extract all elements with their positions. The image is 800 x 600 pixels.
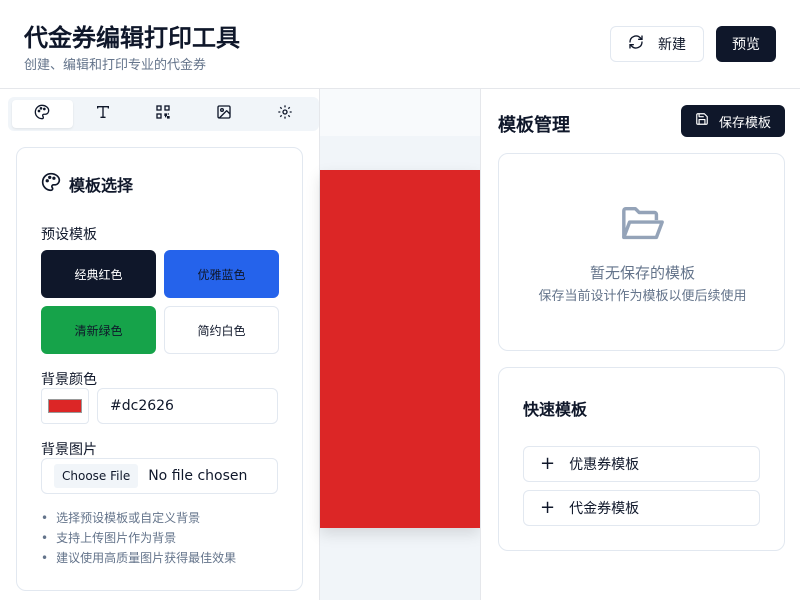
- template-selection-card: 模板选择 预设模板 经典红色 优雅蓝色 清新绿色 简约白色 背景颜色 #dc26…: [16, 147, 303, 591]
- palette-icon: [41, 172, 61, 196]
- tab-text[interactable]: [73, 100, 134, 128]
- bg-image-file-input[interactable]: Choose File No file chosen: [41, 458, 278, 494]
- bg-image-label: 背景图片: [41, 442, 97, 458]
- folder-open-icon: [620, 204, 666, 248]
- preset-fresh-green[interactable]: 清新绿色: [41, 306, 156, 354]
- bg-color-label: 背景颜色: [41, 372, 97, 388]
- plus-icon: +: [540, 453, 556, 474]
- template-manager-title: 模板管理: [498, 115, 570, 136]
- palette-icon: [34, 104, 50, 124]
- quick-template-voucher[interactable]: + 代金券模板: [523, 490, 760, 526]
- color-picker[interactable]: [41, 388, 89, 424]
- tip-item: 支持上传图片作为背景: [41, 528, 236, 548]
- tip-item: 选择预设模板或自定义背景: [41, 508, 236, 528]
- save-template-button[interactable]: 保存模板: [681, 105, 785, 137]
- voucher-canvas[interactable]: [320, 170, 480, 528]
- qr-code-icon: [155, 104, 171, 124]
- quick-template-coupon[interactable]: + 优惠券模板: [523, 446, 760, 482]
- quick-templates-card: 快速模板 + 优惠券模板 + 代金券模板: [498, 367, 785, 551]
- app-subtitle: 创建、编辑和打印专业的代金券: [24, 58, 207, 73]
- template-selection-title: 模板选择: [41, 172, 133, 196]
- gear-icon: [277, 104, 293, 124]
- no-file-text: No file chosen: [148, 468, 248, 484]
- save-icon: [695, 112, 709, 130]
- empty-subtitle: 保存当前设计作为模板以便后续使用: [538, 289, 747, 304]
- tool-tabs: [8, 97, 319, 131]
- new-button[interactable]: 新建: [610, 26, 704, 62]
- refresh-icon: [628, 34, 644, 54]
- preset-label: 预设模板: [41, 227, 97, 243]
- saved-templates-card: 暂无保存的模板 保存当前设计作为模板以便后续使用: [498, 153, 785, 351]
- canvas-area: [320, 89, 480, 600]
- plus-icon: +: [540, 497, 556, 518]
- app-title: 代金券编辑打印工具: [24, 24, 240, 52]
- color-swatch-fill: [48, 399, 82, 413]
- tab-qrcode[interactable]: [133, 100, 194, 128]
- image-icon: [216, 104, 232, 124]
- preset-classic-red[interactable]: 经典红色: [41, 250, 156, 298]
- preset-simple-white[interactable]: 简约白色: [164, 306, 279, 354]
- preview-button[interactable]: 预览: [716, 26, 776, 62]
- new-button-label: 新建: [658, 37, 686, 53]
- tab-image[interactable]: [194, 100, 255, 128]
- text-icon: [95, 104, 111, 124]
- color-hex-input[interactable]: #dc2626: [97, 388, 278, 424]
- empty-title: 暂无保存的模板: [589, 264, 695, 282]
- app-header: 代金券编辑打印工具 创建、编辑和打印专业的代金券 新建 预览: [0, 0, 800, 89]
- quick-templates-title: 快速模板: [523, 400, 588, 419]
- choose-file-button[interactable]: Choose File: [54, 464, 139, 488]
- tab-settings[interactable]: [254, 100, 315, 128]
- preset-elegant-blue[interactable]: 优雅蓝色: [164, 250, 279, 298]
- tip-item: 建议使用高质量图片获得最佳效果: [41, 548, 236, 568]
- right-panel: 模板管理 保存模板 暂无保存的模板 保存当前设计作为模板以便后续使用 快速模板 …: [480, 89, 800, 600]
- canvas-toolbar-strip: [320, 89, 480, 136]
- tips-list: 选择预设模板或自定义背景 支持上传图片作为背景 建议使用高质量图片获得最佳效果: [41, 508, 236, 568]
- tab-template[interactable]: [12, 100, 73, 128]
- left-panel: 模板选择 预设模板 经典红色 优雅蓝色 清新绿色 简约白色 背景颜色 #dc26…: [0, 89, 320, 600]
